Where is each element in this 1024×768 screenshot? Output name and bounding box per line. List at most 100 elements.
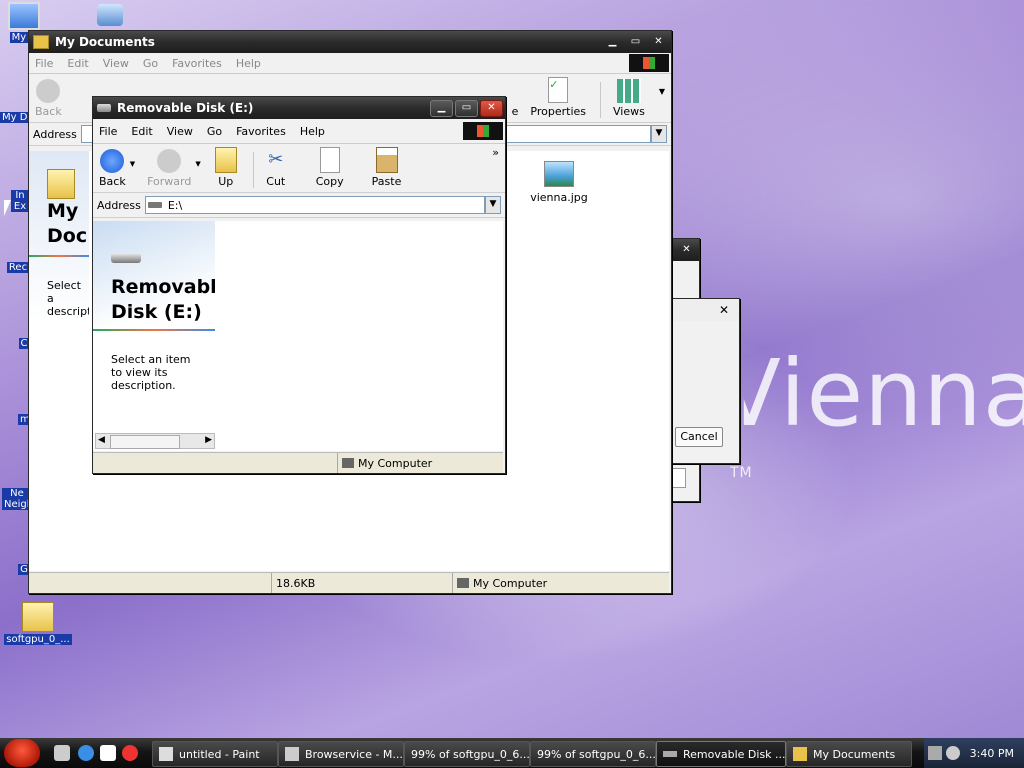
mouse-cursor-icon bbox=[4, 200, 11, 216]
my-documents-menubar: File Edit View Go Favorites Help bbox=[29, 53, 671, 74]
cut-button[interactable]: ✂ Cut bbox=[266, 149, 286, 188]
status-zone: My Computer bbox=[338, 453, 432, 473]
status-size: 18.6KB bbox=[272, 573, 453, 593]
taskbar-button-my-documents[interactable]: My Documents bbox=[786, 741, 912, 767]
minimize-button[interactable]: ▁ bbox=[602, 35, 623, 50]
clipboard-icon bbox=[375, 147, 398, 173]
folder-up-icon bbox=[214, 147, 237, 173]
scroll-right-icon[interactable]: ▶ bbox=[205, 435, 212, 445]
start-button[interactable] bbox=[4, 739, 40, 767]
removable-disk-window[interactable]: Removable Disk (E:) ▁ ▭ ✕ File Edit View… bbox=[92, 96, 506, 474]
drive-large-icon bbox=[111, 253, 141, 263]
minimize-button[interactable]: ▁ bbox=[430, 99, 453, 117]
drive-icon bbox=[663, 751, 677, 757]
forward-arrow-icon bbox=[157, 149, 182, 173]
quicklaunch-show-desktop-icon[interactable] bbox=[54, 745, 70, 761]
tray-network-icon[interactable] bbox=[927, 746, 942, 760]
removable-disk-address-bar: Address E:\ ▼ bbox=[93, 193, 505, 218]
desktop-icon-softgpu-zip[interactable]: softgpu_0_... bbox=[0, 602, 76, 645]
forward-dropdown-icon[interactable]: ▼ bbox=[195, 160, 200, 168]
desktop-icon-recycle[interactable]: Rec bbox=[6, 262, 30, 273]
my-documents-titlebar[interactable]: My Documents ▁ ▭ ✕ bbox=[29, 31, 671, 53]
zip-folder-icon bbox=[22, 602, 54, 632]
cancel-button[interactable]: Cancel bbox=[675, 427, 723, 447]
menu-edit[interactable]: Edit bbox=[131, 125, 152, 138]
views-button[interactable]: Views bbox=[613, 79, 645, 118]
desktop-icon-my-documents[interactable]: My Do bbox=[0, 84, 36, 123]
menu-edit[interactable]: Edit bbox=[67, 57, 88, 70]
toolbar-overflow-button[interactable]: » bbox=[492, 146, 499, 159]
maximize-button[interactable]: ▭ bbox=[455, 99, 478, 117]
menu-favorites[interactable]: Favorites bbox=[236, 125, 286, 138]
desktop-icon-internet-explorer[interactable]: In Ex bbox=[10, 190, 30, 212]
quicklaunch-outlook-icon[interactable] bbox=[100, 745, 116, 761]
taskbar-button-download-1[interactable]: 99% of softgpu_0_6... bbox=[404, 741, 530, 767]
computer-icon bbox=[8, 2, 40, 30]
folder-icon bbox=[793, 747, 807, 761]
back-button[interactable]: Back bbox=[35, 79, 62, 118]
quicklaunch-opera-icon[interactable] bbox=[122, 745, 138, 761]
copy-button[interactable]: Copy bbox=[316, 147, 344, 188]
taskbar: untitled - Paint Browservice - M... 99% … bbox=[0, 738, 1024, 768]
scroll-left-icon[interactable]: ◀ bbox=[98, 435, 105, 445]
menu-help[interactable]: Help bbox=[236, 57, 261, 70]
views-icon bbox=[616, 79, 641, 103]
menu-help[interactable]: Help bbox=[300, 125, 325, 138]
chevron-down-icon[interactable]: ▼ bbox=[485, 196, 501, 214]
horizontal-scrollbar[interactable]: ◀ ▶ bbox=[95, 433, 215, 449]
delete-button-partial[interactable]: e bbox=[512, 79, 519, 118]
removable-disk-content: Removable Disk (E:) Select an item to vi… bbox=[93, 221, 503, 451]
up-button[interactable]: Up bbox=[214, 147, 237, 188]
taskbar-button-removable-disk[interactable]: Removable Disk ... bbox=[656, 741, 786, 767]
views-dropdown-icon[interactable]: ▼ bbox=[659, 87, 665, 96]
removable-disk-address-field[interactable]: E:\ bbox=[144, 196, 485, 214]
folder-icon bbox=[33, 35, 49, 49]
file-item-vienna-jpg[interactable]: vienna.jpg bbox=[529, 161, 589, 204]
tray-volume-icon[interactable] bbox=[945, 746, 960, 760]
browser-icon bbox=[285, 747, 299, 761]
quicklaunch-ie-icon[interactable] bbox=[78, 745, 94, 761]
menu-go[interactable]: Go bbox=[143, 57, 158, 70]
chevron-down-icon[interactable]: ▼ bbox=[651, 125, 667, 143]
removable-disk-side-panel: Removable Disk (E:) Select an item to vi… bbox=[93, 221, 215, 433]
system-tray: 3:40 PM bbox=[924, 738, 1024, 768]
menu-file[interactable]: File bbox=[35, 57, 53, 70]
back-dropdown-icon[interactable]: ▼ bbox=[130, 160, 135, 168]
paste-button[interactable]: Paste bbox=[372, 147, 401, 188]
taskbar-button-download-2[interactable]: 99% of softgpu_0_6... bbox=[530, 741, 656, 767]
my-documents-side-title: My Doc bbox=[47, 200, 88, 247]
image-file-icon bbox=[544, 161, 574, 187]
menu-go[interactable]: Go bbox=[207, 125, 222, 138]
menu-view[interactable]: View bbox=[167, 125, 193, 138]
close-button[interactable]: ✕ bbox=[648, 35, 669, 50]
properties-button[interactable]: ✓ Properties bbox=[530, 77, 586, 118]
background-dialog-input[interactable] bbox=[672, 468, 686, 488]
menu-favorites[interactable]: Favorites bbox=[172, 57, 222, 70]
network-icon bbox=[97, 4, 123, 26]
removable-disk-side-title: Removable Disk (E:) bbox=[111, 276, 215, 323]
side-divider bbox=[93, 329, 215, 331]
removable-disk-titlebar[interactable]: Removable Disk (E:) ▁ ▭ ✕ bbox=[93, 97, 505, 119]
back-button[interactable]: Back bbox=[99, 149, 126, 188]
removable-disk-side-desc: Select an item to view its description. bbox=[111, 353, 191, 392]
menu-file[interactable]: File bbox=[99, 125, 117, 138]
background-dialog-1-titlebar[interactable]: ✕ bbox=[669, 239, 699, 261]
scrollbar-thumb[interactable] bbox=[110, 435, 180, 449]
desktop-icon-network[interactable] bbox=[90, 4, 130, 28]
taskbar-button-paint[interactable]: untitled - Paint bbox=[152, 741, 278, 767]
taskbar-button-browservice[interactable]: Browservice - M... bbox=[278, 741, 404, 767]
forward-button[interactable]: Forward bbox=[147, 149, 191, 188]
desktop-icon-network-neighborhood[interactable]: Ne Neigh bbox=[2, 488, 33, 510]
drive-small-icon bbox=[147, 202, 162, 208]
removable-disk-menubar: File Edit View Go Favorites Help bbox=[93, 119, 505, 144]
maximize-button[interactable]: ▭ bbox=[625, 35, 646, 50]
background-dialog-2-titlebar[interactable]: ✕ bbox=[669, 299, 739, 321]
tray-clock[interactable]: 3:40 PM bbox=[970, 747, 1014, 760]
wallpaper-vienna-text: ViennaTM bbox=[718, 340, 1024, 481]
background-dialog-2[interactable]: ✕ Cancel bbox=[668, 298, 740, 464]
close-icon[interactable]: ✕ bbox=[719, 303, 729, 317]
close-button[interactable]: ✕ bbox=[480, 99, 503, 117]
menu-view[interactable]: View bbox=[103, 57, 129, 70]
side-divider bbox=[29, 255, 89, 257]
close-icon[interactable]: ✕ bbox=[676, 243, 697, 258]
